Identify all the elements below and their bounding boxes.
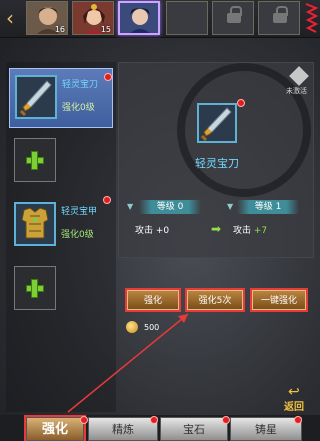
notification-dot <box>222 416 230 424</box>
party-slot-2[interactable]: 15 <box>72 1 114 35</box>
equipment-detail-panel: 未激活 轻灵宝刀 等级 0 等级 1 ▼ ▼ 攻击 +0 ➡ 攻击 +7 <box>118 62 314 258</box>
add-equipment-button[interactable] <box>14 138 56 182</box>
next-level-badge: 等级 1 <box>237 200 299 214</box>
party-slot-1[interactable]: 16 <box>26 1 68 35</box>
attack-current: 攻击 +0 <box>135 226 170 236</box>
add-equipment-button[interactable] <box>14 266 56 310</box>
attack-next: 攻击 +7 <box>233 226 268 236</box>
side-banner-icon[interactable] <box>304 2 319 34</box>
party-slot-3-selected[interactable] <box>118 1 160 35</box>
tab-enhance[interactable]: 强化 <box>24 415 86 441</box>
notification-dot <box>103 196 111 204</box>
unactivated-label: 未激活 <box>286 87 307 95</box>
equipment-name: 轻灵宝刀 <box>62 80 99 90</box>
equipment-status: 强化0级 <box>62 103 95 113</box>
notification-dot <box>80 416 88 424</box>
party-slot-5-locked[interactable] <box>212 1 254 35</box>
back-arrow-icon[interactable]: ‹ <box>6 8 20 28</box>
saber-icon <box>15 75 57 119</box>
hero-portrait-3 <box>120 3 158 33</box>
notification-dot <box>150 416 158 424</box>
upgrade-arrow-icon: ➡ <box>211 222 222 236</box>
equipment-slot-empty-1[interactable] <box>9 132 113 192</box>
armor-icon <box>14 202 56 246</box>
equipment-status: 强化0级 <box>61 230 94 240</box>
hero-level: 15 <box>100 25 111 34</box>
lock-icon <box>227 6 242 25</box>
notification-dot <box>104 73 112 81</box>
selected-item-name: 轻灵宝刀 <box>195 157 239 170</box>
party-slot-6-locked[interactable] <box>258 1 300 35</box>
level-arrow-icon: ▼ <box>227 202 234 211</box>
tab-gem[interactable]: 宝石 <box>160 417 228 441</box>
tab-refine[interactable]: 精炼 <box>88 417 158 441</box>
hero-level: 16 <box>54 25 65 34</box>
current-level-badge: 等级 0 <box>139 200 201 214</box>
tab-star-forge[interactable]: 铸星 <box>230 417 302 441</box>
notification-dot <box>294 416 302 424</box>
selected-saber-icon <box>197 103 237 143</box>
return-label: 返回 <box>284 402 304 413</box>
equipment-item-saber[interactable]: 轻灵宝刀 强化0级 <box>9 68 113 128</box>
party-slot-4-empty[interactable] <box>166 1 208 35</box>
equipment-item-armor[interactable]: 轻灵宝甲 强化0级 <box>9 196 113 256</box>
one-key-enhance-button[interactable]: 一键强化 <box>250 288 308 312</box>
level-arrow-icon: ▼ <box>127 202 134 211</box>
return-button[interactable]: ↩ 返回 <box>280 384 316 413</box>
lock-icon <box>273 6 288 25</box>
equipment-name: 轻灵宝甲 <box>61 207 98 217</box>
annotation-arrow <box>67 313 189 413</box>
tab-bar: 强化 精炼 宝石 铸星 <box>0 415 320 441</box>
notification-dot <box>237 99 245 107</box>
party-bar: ‹ 16 15 <box>0 0 320 38</box>
